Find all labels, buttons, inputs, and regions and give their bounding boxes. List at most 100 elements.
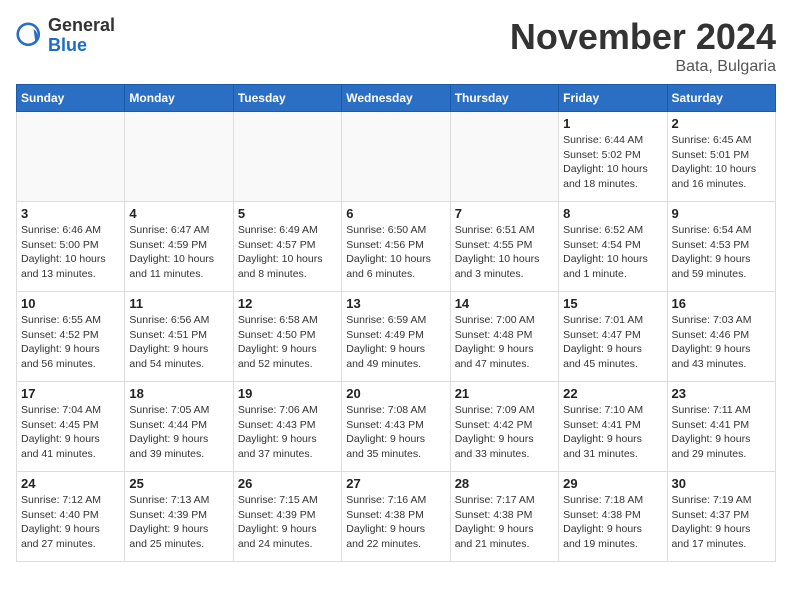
weekday-header: Tuesday (233, 85, 341, 112)
day-info: Sunrise: 6:52 AM Sunset: 4:54 PM Dayligh… (563, 223, 662, 282)
day-number: 2 (672, 116, 771, 131)
day-number: 29 (563, 476, 662, 491)
day-info: Sunrise: 7:00 AM Sunset: 4:48 PM Dayligh… (455, 313, 554, 372)
logo-blue: Blue (48, 36, 115, 56)
weekday-header: Sunday (17, 85, 125, 112)
calendar-cell (342, 112, 450, 202)
day-info: Sunrise: 6:47 AM Sunset: 4:59 PM Dayligh… (129, 223, 228, 282)
day-number: 3 (21, 206, 120, 221)
day-number: 5 (238, 206, 337, 221)
month-title: November 2024 (510, 16, 776, 58)
day-info: Sunrise: 6:58 AM Sunset: 4:50 PM Dayligh… (238, 313, 337, 372)
logo: General Blue (16, 16, 115, 56)
day-number: 12 (238, 296, 337, 311)
calendar-cell: 4Sunrise: 6:47 AM Sunset: 4:59 PM Daylig… (125, 202, 233, 292)
day-number: 25 (129, 476, 228, 491)
day-number: 30 (672, 476, 771, 491)
day-info: Sunrise: 7:03 AM Sunset: 4:46 PM Dayligh… (672, 313, 771, 372)
day-info: Sunrise: 7:08 AM Sunset: 4:43 PM Dayligh… (346, 403, 445, 462)
calendar-cell (125, 112, 233, 202)
day-info: Sunrise: 6:45 AM Sunset: 5:01 PM Dayligh… (672, 133, 771, 192)
day-info: Sunrise: 6:51 AM Sunset: 4:55 PM Dayligh… (455, 223, 554, 282)
calendar-cell: 23 Sunrise: 7:11 AM Sunset: 4:41 PM Dayli… (667, 382, 775, 472)
day-info: Sunrise: 6:56 AM Sunset: 4:51 PM Dayligh… (129, 313, 228, 372)
day-info: Sunrise: 6:46 AM Sunset: 5:00 PM Dayligh… (21, 223, 120, 282)
day-info: Sunrise: 7:04 AM Sunset: 4:45 PM Dayligh… (21, 403, 120, 462)
day-info: Sunrise: 7:13 AM Sunset: 4:39 PM Dayligh… (129, 493, 228, 552)
weekday-header-row: SundayMondayTuesdayWednesdayThursdayFrid… (17, 85, 776, 112)
calendar-week-row: 24 Sunrise: 7:12 AM Sunset: 4:40 PM Dayli… (17, 472, 776, 562)
weekday-header: Monday (125, 85, 233, 112)
day-number: 22 (563, 386, 662, 401)
weekday-header: Wednesday (342, 85, 450, 112)
calendar-cell: 11 Sunrise: 6:56 AM Sunset: 4:51 PM Dayli… (125, 292, 233, 382)
day-number: 28 (455, 476, 554, 491)
day-number: 16 (672, 296, 771, 311)
day-info: Sunrise: 7:09 AM Sunset: 4:42 PM Dayligh… (455, 403, 554, 462)
calendar-cell: 24 Sunrise: 7:12 AM Sunset: 4:40 PM Dayli… (17, 472, 125, 562)
calendar-cell (233, 112, 341, 202)
day-info: Sunrise: 7:19 AM Sunset: 4:37 PM Dayligh… (672, 493, 771, 552)
calendar-cell: 28 Sunrise: 7:17 AM Sunset: 4:38 PM Dayli… (450, 472, 558, 562)
day-number: 23 (672, 386, 771, 401)
calendar-cell: 14 Sunrise: 7:00 AM Sunset: 4:48 PM Dayli… (450, 292, 558, 382)
day-info: Sunrise: 7:18 AM Sunset: 4:38 PM Dayligh… (563, 493, 662, 552)
day-info: Sunrise: 6:44 AM Sunset: 5:02 PM Dayligh… (563, 133, 662, 192)
calendar-table: SundayMondayTuesdayWednesdayThursdayFrid… (16, 84, 776, 562)
weekday-header: Friday (559, 85, 667, 112)
day-info: Sunrise: 7:16 AM Sunset: 4:38 PM Dayligh… (346, 493, 445, 552)
day-number: 8 (563, 206, 662, 221)
day-info: Sunrise: 6:54 AM Sunset: 4:53 PM Dayligh… (672, 223, 771, 282)
day-info: Sunrise: 7:05 AM Sunset: 4:44 PM Dayligh… (129, 403, 228, 462)
day-info: Sunrise: 7:15 AM Sunset: 4:39 PM Dayligh… (238, 493, 337, 552)
calendar-cell: 20 Sunrise: 7:08 AM Sunset: 4:43 PM Dayli… (342, 382, 450, 472)
day-number: 10 (21, 296, 120, 311)
day-info: Sunrise: 7:12 AM Sunset: 4:40 PM Dayligh… (21, 493, 120, 552)
day-info: Sunrise: 6:50 AM Sunset: 4:56 PM Dayligh… (346, 223, 445, 282)
calendar-cell: 15 Sunrise: 7:01 AM Sunset: 4:47 PM Dayli… (559, 292, 667, 382)
calendar-cell: 2 Sunrise: 6:45 AM Sunset: 5:01 PM Daylig… (667, 112, 775, 202)
location: Bata, Bulgaria (510, 58, 776, 76)
day-number: 24 (21, 476, 120, 491)
calendar-cell (17, 112, 125, 202)
calendar-cell: 17Sunrise: 7:04 AM Sunset: 4:45 PM Dayli… (17, 382, 125, 472)
calendar-cell: 16 Sunrise: 7:03 AM Sunset: 4:46 PM Dayli… (667, 292, 775, 382)
calendar-cell: 27 Sunrise: 7:16 AM Sunset: 4:38 PM Dayli… (342, 472, 450, 562)
calendar-cell: 7 Sunrise: 6:51 AM Sunset: 4:55 PM Daylig… (450, 202, 558, 292)
day-number: 13 (346, 296, 445, 311)
day-number: 15 (563, 296, 662, 311)
day-number: 9 (672, 206, 771, 221)
day-number: 26 (238, 476, 337, 491)
day-number: 1 (563, 116, 662, 131)
day-info: Sunrise: 7:06 AM Sunset: 4:43 PM Dayligh… (238, 403, 337, 462)
day-info: Sunrise: 7:01 AM Sunset: 4:47 PM Dayligh… (563, 313, 662, 372)
calendar-cell: 22 Sunrise: 7:10 AM Sunset: 4:41 PM Dayli… (559, 382, 667, 472)
day-number: 14 (455, 296, 554, 311)
day-number: 19 (238, 386, 337, 401)
day-info: Sunrise: 7:17 AM Sunset: 4:38 PM Dayligh… (455, 493, 554, 552)
calendar-cell: 26 Sunrise: 7:15 AM Sunset: 4:39 PM Dayli… (233, 472, 341, 562)
logo-text: General Blue (48, 16, 115, 56)
title-area: November 2024 Bata, Bulgaria (510, 16, 776, 76)
calendar-week-row: 3 Sunrise: 6:46 AM Sunset: 5:00 PM Daylig… (17, 202, 776, 292)
day-info: Sunrise: 6:49 AM Sunset: 4:57 PM Dayligh… (238, 223, 337, 282)
day-number: 11 (129, 296, 228, 311)
calendar-week-row: 1 Sunrise: 6:44 AM Sunset: 5:02 PM Daylig… (17, 112, 776, 202)
calendar-cell: 10Sunrise: 6:55 AM Sunset: 4:52 PM Dayli… (17, 292, 125, 382)
day-info: Sunrise: 7:11 AM Sunset: 4:41 PM Dayligh… (672, 403, 771, 462)
calendar-cell: 18Sunrise: 7:05 AM Sunset: 4:44 PM Dayli… (125, 382, 233, 472)
day-number: 7 (455, 206, 554, 221)
day-number: 27 (346, 476, 445, 491)
day-info: Sunrise: 7:10 AM Sunset: 4:41 PM Dayligh… (563, 403, 662, 462)
day-number: 6 (346, 206, 445, 221)
weekday-header: Thursday (450, 85, 558, 112)
weekday-header: Saturday (667, 85, 775, 112)
day-number: 20 (346, 386, 445, 401)
calendar-cell: 5 Sunrise: 6:49 AM Sunset: 4:57 PM Daylig… (233, 202, 341, 292)
calendar-cell: 12 Sunrise: 6:58 AM Sunset: 4:50 PM Dayli… (233, 292, 341, 382)
logo-general: General (48, 16, 115, 36)
page-header: General Blue November 2024 Bata, Bulgari… (16, 16, 776, 76)
calendar-cell: 9 Sunrise: 6:54 AM Sunset: 4:53 PM Daylig… (667, 202, 775, 292)
calendar-week-row: 17Sunrise: 7:04 AM Sunset: 4:45 PM Dayli… (17, 382, 776, 472)
calendar-cell: 8 Sunrise: 6:52 AM Sunset: 4:54 PM Daylig… (559, 202, 667, 292)
